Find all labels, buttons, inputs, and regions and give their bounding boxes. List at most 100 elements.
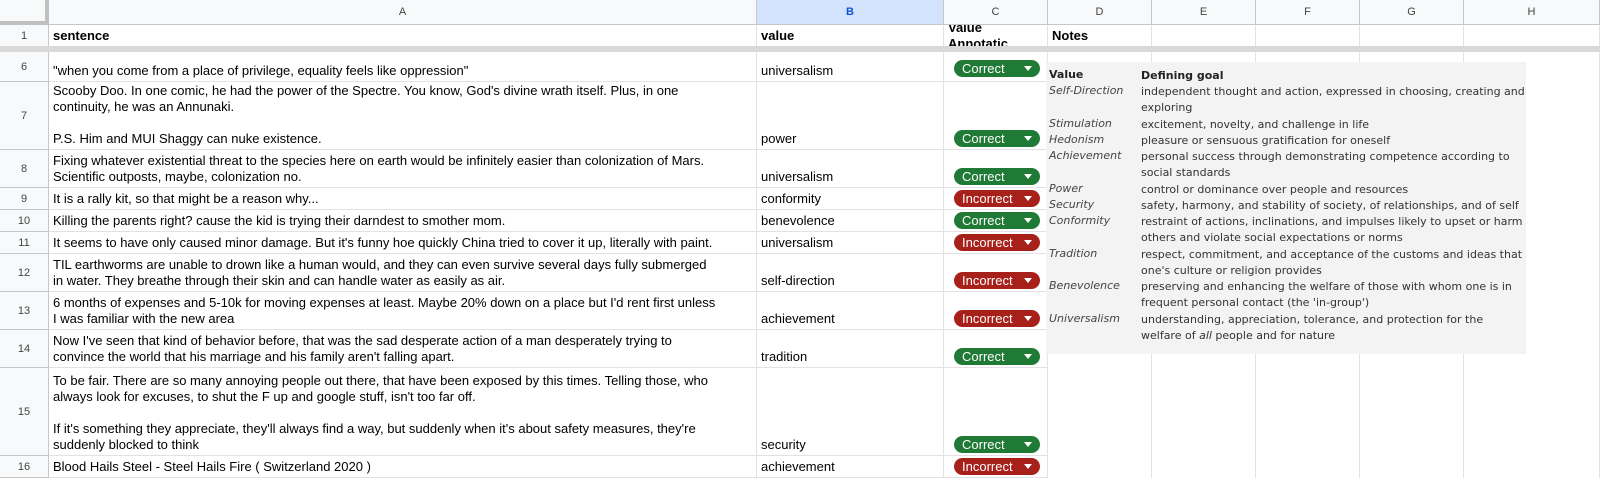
value-cell[interactable]: achievement: [757, 292, 944, 330]
annotation-dropdown-chip[interactable]: Correct: [954, 60, 1040, 77]
value-text: universalism: [761, 63, 834, 78]
sentence-cell[interactable]: To be fair. There are so many annoying p…: [49, 368, 757, 456]
value-definitions-image[interactable]: Value Defining goal Self-Direction indep…: [1046, 62, 1526, 354]
notes-value: Conformity: [1049, 214, 1111, 227]
sentence-cell[interactable]: Killing the parents right? cause the kid…: [49, 210, 757, 232]
annotation-dropdown-chip[interactable]: Correct: [954, 212, 1040, 229]
value-cell[interactable]: achievement: [757, 456, 944, 478]
cell-g1[interactable]: [1360, 25, 1464, 47]
annotation-chip-label: Incorrect: [962, 311, 1013, 326]
value-text: universalism: [761, 235, 834, 250]
annotation-dropdown-chip[interactable]: Correct: [954, 436, 1040, 453]
value-text: security: [761, 437, 806, 452]
sentence-text: To be fair. There are so many annoying p…: [53, 373, 708, 452]
sentence-cell[interactable]: Fixing whatever existential threat to th…: [49, 150, 757, 188]
notes-header-value: Value: [1049, 68, 1084, 81]
notes-goal: respect, commitment, and acceptance of t…: [1141, 248, 1523, 277]
annotation-chip-label: Correct: [962, 131, 1005, 146]
column-header-b[interactable]: B: [757, 0, 944, 25]
notes-value: Hedonism: [1049, 133, 1105, 146]
sentence-text: Blood Hails Steel - Steel Hails Fire ( S…: [53, 459, 371, 474]
dropdown-caret-icon: [1024, 278, 1032, 283]
annotation-chip-label: Correct: [962, 61, 1005, 76]
value-cell[interactable]: benevolence: [757, 210, 944, 232]
value-text: achievement: [761, 459, 835, 474]
column-header-d[interactable]: D: [1048, 0, 1152, 25]
value-cell[interactable]: security: [757, 368, 944, 456]
notes-goal: restraint of actions, inclinations, and …: [1141, 215, 1523, 244]
row-header[interactable]: 12: [0, 254, 49, 292]
header-sentence[interactable]: sentence: [49, 25, 757, 47]
annotation-dropdown-chip[interactable]: Correct: [954, 168, 1040, 185]
select-all-corner[interactable]: [0, 0, 49, 25]
row-header[interactable]: 10: [0, 210, 49, 232]
row-header[interactable]: 14: [0, 330, 49, 368]
row-header[interactable]: 16: [0, 456, 49, 478]
row-header[interactable]: 9: [0, 188, 49, 210]
annotation-dropdown-chip[interactable]: Incorrect: [954, 190, 1040, 207]
column-header-h[interactable]: H: [1464, 0, 1600, 25]
header-annotation[interactable]: Value Annotatic: [944, 25, 1048, 47]
column-header-c[interactable]: C: [944, 0, 1048, 25]
notes-goal: control or dominance over people and res…: [1141, 183, 1409, 196]
row-header[interactable]: 15: [0, 368, 49, 456]
annotation-dropdown-chip[interactable]: Incorrect: [954, 458, 1040, 475]
notes-goal: understanding, appreciation, tolerance, …: [1141, 312, 1526, 344]
column-header-g[interactable]: G: [1360, 0, 1464, 25]
column-header-f[interactable]: F: [1256, 0, 1360, 25]
sentence-cell[interactable]: 6 months of expenses and 5-10k for movin…: [49, 292, 757, 330]
annotation-dropdown-chip[interactable]: Correct: [954, 348, 1040, 365]
row-header[interactable]: 11: [0, 232, 49, 254]
sentence-cell[interactable]: "when you come from a place of privilege…: [49, 52, 757, 82]
value-cell[interactable]: tradition: [757, 330, 944, 368]
row-header-1[interactable]: 1: [0, 25, 49, 47]
sentence-text: Now I've seen that kind of behavior befo…: [53, 333, 672, 364]
annotation-chip-label: Incorrect: [962, 235, 1013, 250]
sentence-cell[interactable]: Blood Hails Steel - Steel Hails Fire ( S…: [49, 456, 757, 478]
notes-value: Tradition: [1049, 247, 1098, 260]
value-cell[interactable]: self-direction: [757, 254, 944, 292]
value-text: self-direction: [761, 273, 835, 288]
row-header[interactable]: 7: [0, 82, 49, 150]
annotation-dropdown-chip[interactable]: Incorrect: [954, 310, 1040, 327]
row-header[interactable]: 8: [0, 150, 49, 188]
value-cell[interactable]: universalism: [757, 232, 944, 254]
column-header-e[interactable]: E: [1152, 0, 1256, 25]
annotation-chip-label: Incorrect: [962, 191, 1013, 206]
annotation-dropdown-chip[interactable]: Incorrect: [954, 234, 1040, 251]
row-header[interactable]: 6: [0, 52, 49, 82]
annotation-chip-label: Correct: [962, 349, 1005, 364]
notes-goal-emphasis: all: [1199, 329, 1212, 342]
sentence-cell[interactable]: TIL earthworms are unable to drown like …: [49, 254, 757, 292]
notes-value: Universalism: [1049, 312, 1120, 325]
column-header-a[interactable]: A: [49, 0, 757, 25]
dropdown-caret-icon: [1024, 240, 1032, 245]
value-text: conformity: [761, 191, 821, 206]
notes-goal: excitement, novelty, and challenge in li…: [1141, 118, 1370, 131]
sentence-cell[interactable]: Scooby Doo. In one comic, he had the pow…: [49, 82, 757, 150]
header-value-label: value: [761, 27, 795, 43]
value-cell[interactable]: universalism: [757, 150, 944, 188]
notes-goal: personal success through demonstrating c…: [1141, 150, 1510, 179]
header-value[interactable]: value: [757, 25, 944, 47]
value-cell[interactable]: universalism: [757, 52, 944, 82]
row-header[interactable]: 13: [0, 292, 49, 330]
cell-f1[interactable]: [1256, 25, 1360, 47]
dropdown-caret-icon: [1024, 464, 1032, 469]
sentence-text: It seems to have only caused minor damag…: [53, 235, 713, 250]
annotation-dropdown-chip[interactable]: Incorrect: [954, 272, 1040, 289]
sentence-cell[interactable]: It is a rally kit, so that might be a re…: [49, 188, 757, 210]
value-cell[interactable]: power: [757, 82, 944, 150]
dropdown-caret-icon: [1024, 316, 1032, 321]
annotation-dropdown-chip[interactable]: Correct: [954, 130, 1040, 147]
sentence-text: "when you come from a place of privilege…: [53, 63, 469, 78]
notes-header-goal: Defining goal: [1141, 69, 1224, 82]
cell-h1[interactable]: [1464, 25, 1600, 47]
sentence-cell[interactable]: It seems to have only caused minor damag…: [49, 232, 757, 254]
sentence-cell[interactable]: Now I've seen that kind of behavior befo…: [49, 330, 757, 368]
cell-e1[interactable]: [1152, 25, 1256, 47]
dropdown-caret-icon: [1024, 136, 1032, 141]
header-notes[interactable]: Notes: [1048, 25, 1152, 47]
value-cell[interactable]: conformity: [757, 188, 944, 210]
value-text: power: [761, 131, 797, 146]
